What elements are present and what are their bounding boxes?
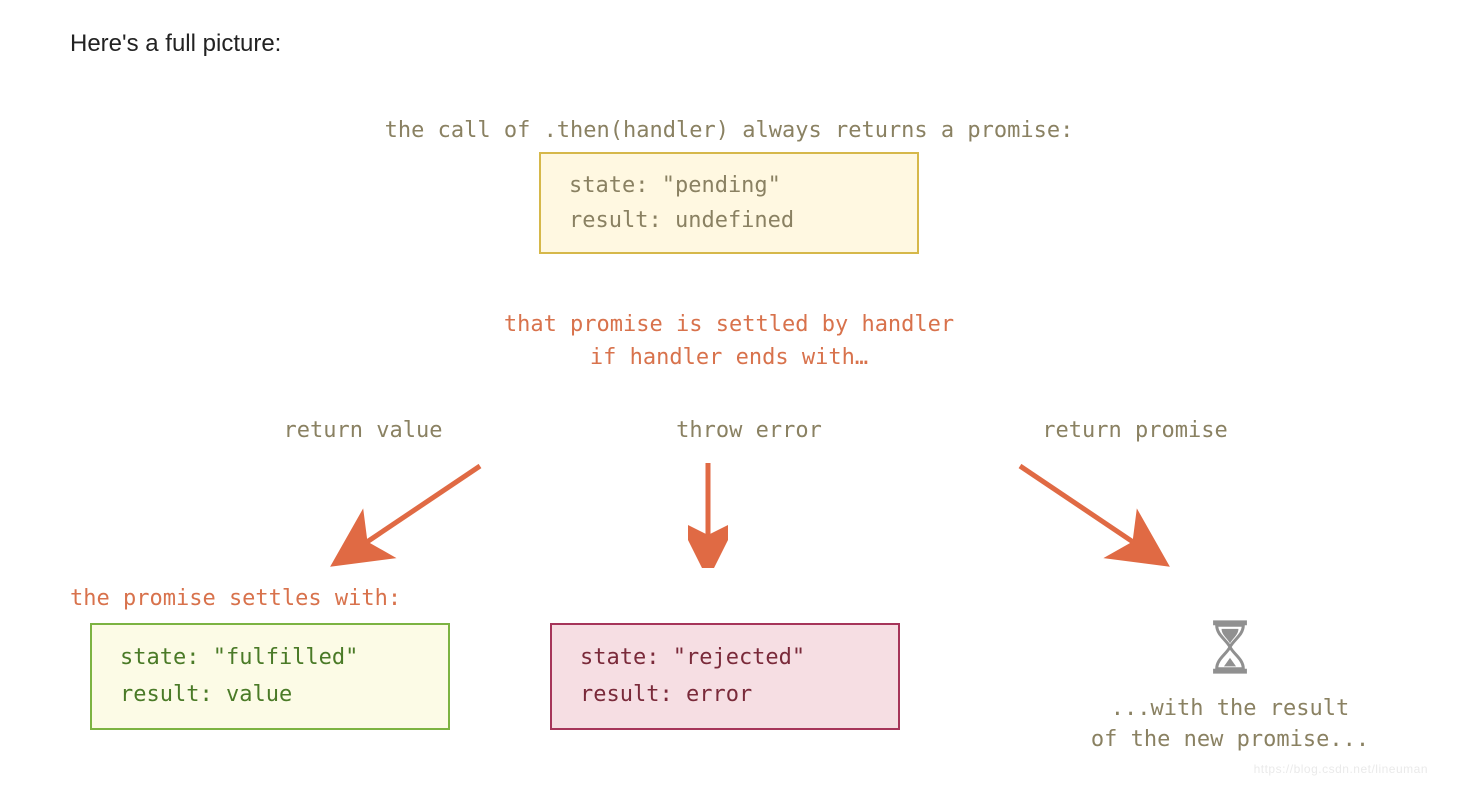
settles-with-label: the promise settles with: [70, 586, 401, 611]
branch-labels-row: return value throw error return promise [70, 418, 1388, 443]
branch-throw-error: throw error [556, 418, 942, 443]
arrow-center-icon [688, 458, 728, 568]
fulfilled-state-box: state: "fulfilled" result: value [90, 623, 450, 730]
pending-result-line: result: undefined [569, 203, 889, 238]
new-promise-text: ...with the result of the new promise... [1010, 694, 1450, 756]
arrow-right-icon [1000, 458, 1170, 568]
arrow-left-icon [330, 458, 500, 568]
page-heading: Here's a full picture: [70, 30, 1388, 58]
new-promise-line-2: of the new promise... [1010, 725, 1450, 756]
fulfilled-result-line: result: value [120, 676, 420, 713]
settled-by-handler-text: that promise is settled by handler if ha… [70, 308, 1388, 374]
pending-state-line: state: "pending" [569, 168, 889, 203]
rejected-state-line: state: "rejected" [580, 639, 870, 676]
fulfilled-state-line: state: "fulfilled" [120, 639, 420, 676]
settled-line-2: if handler ends with… [70, 341, 1388, 374]
hourglass-icon [1205, 618, 1255, 676]
branch-return-value: return value [170, 418, 556, 443]
top-caption: the call of .then(handler) always return… [70, 118, 1388, 143]
pending-state-box: state: "pending" result: undefined [539, 152, 919, 254]
arrows-row [70, 458, 1388, 568]
branch-return-promise: return promise [942, 418, 1328, 443]
watermark: https://blog.csdn.net/lineuman [1254, 762, 1428, 776]
new-promise-line-1: ...with the result [1010, 694, 1450, 725]
return-promise-area: ...with the result of the new promise... [1010, 618, 1450, 756]
rejected-result-line: result: error [580, 676, 870, 713]
rejected-state-box: state: "rejected" result: error [550, 623, 900, 730]
promise-diagram: the call of .then(handler) always return… [70, 88, 1388, 788]
settled-line-1: that promise is settled by handler [70, 308, 1388, 341]
